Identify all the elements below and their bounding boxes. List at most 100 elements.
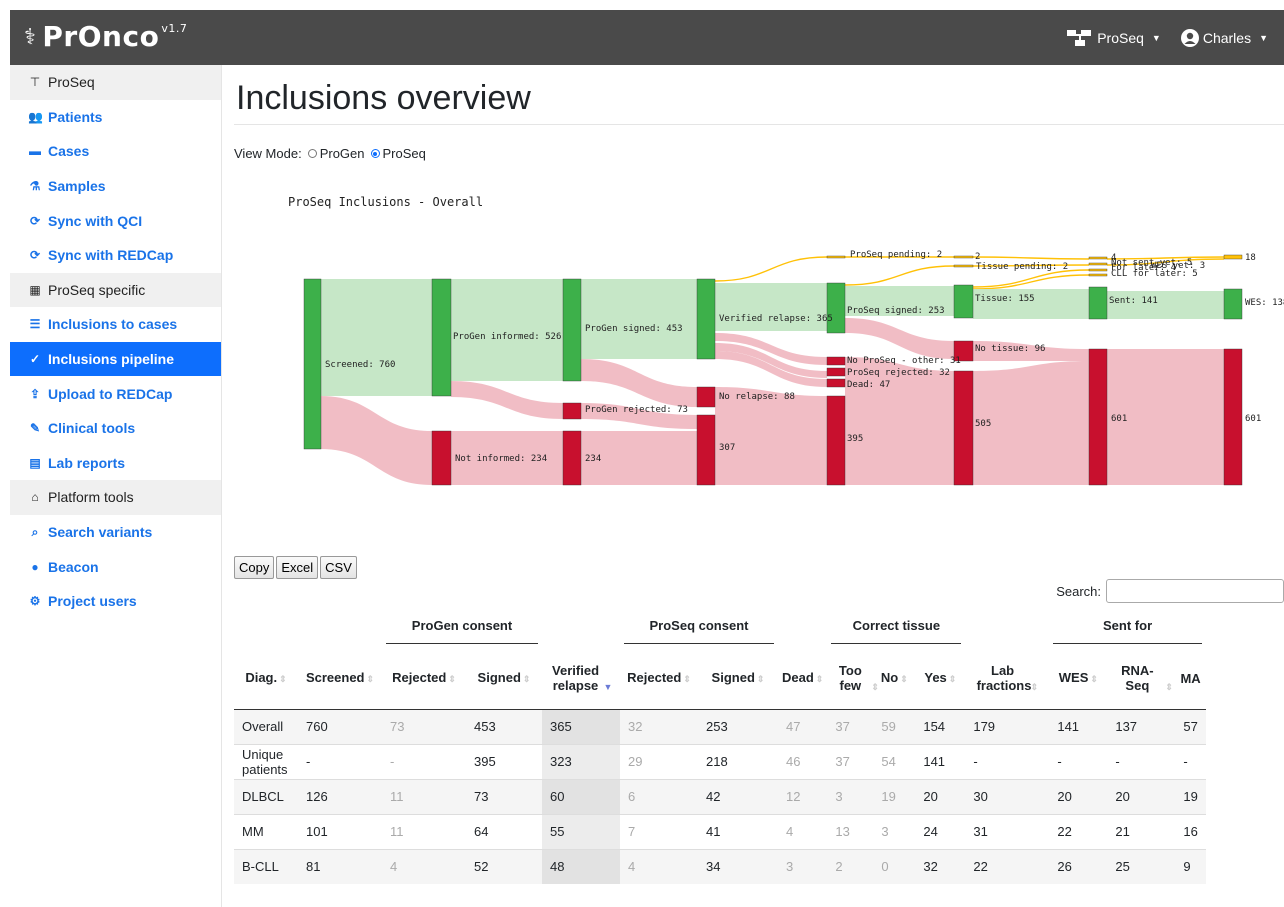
table-cell: 453 — [466, 708, 542, 744]
column-header[interactable]: Lab fractions⇕ — [965, 649, 1050, 710]
user-dropdown[interactable]: Charles ▼ — [1180, 29, 1268, 47]
sidebar-item-label: Upload to REDCap — [48, 385, 173, 402]
radio-proseq[interactable] — [370, 149, 380, 158]
column-header[interactable]: WES ⇕ — [1049, 649, 1108, 710]
column-header[interactable]: Too few ⇕ — [827, 649, 879, 710]
column-header[interactable]: Rejected ⇕ — [382, 649, 466, 710]
column-group-header — [778, 613, 827, 649]
node-not-sent-yet[interactable] — [1088, 262, 1108, 266]
column-header[interactable]: Verified relapse ▼ — [542, 649, 620, 710]
node-progen-informed[interactable] — [431, 278, 452, 397]
radio-progen[interactable] — [307, 149, 317, 158]
network-icon: ⊤ — [29, 75, 41, 90]
node-234[interactable] — [562, 430, 582, 486]
table-cell: - — [1107, 743, 1176, 779]
node-proseq-pending[interactable] — [826, 255, 846, 259]
node-cll-for-later[interactable] — [1088, 273, 1108, 277]
table-cell: 21 — [1107, 813, 1176, 849]
table-cell: 11 — [382, 813, 466, 849]
sidebar-item-project-users[interactable]: ⚙ Project users — [10, 584, 221, 619]
sidebar-item-inclusions-to-cases[interactable]: ☰ Inclusions to cases — [10, 307, 221, 342]
node-tissue-pending[interactable] — [953, 264, 974, 268]
node-for-later[interactable] — [1088, 268, 1108, 272]
column-header[interactable]: Dead ⇕ — [778, 649, 828, 710]
table-cell: 2 — [827, 848, 874, 884]
node-2[interactable] — [953, 255, 974, 259]
node-wes[interactable] — [1223, 288, 1243, 320]
sidebar-item-inclusions-pipeline[interactable]: ✓ Inclusions pipeline — [10, 341, 221, 377]
toolbox-icon: ⌂ — [31, 490, 39, 505]
chart-title: ProSeq Inclusions - Overall — [288, 195, 484, 209]
sankey-node-label: 601 — [1245, 414, 1261, 424]
node-sent[interactable] — [1088, 286, 1108, 320]
column-header[interactable]: Yes ⇕ — [915, 649, 966, 710]
node-proseq-signed[interactable] — [826, 282, 846, 334]
sidebar-item-sync-with-qci[interactable]: ⟳ Sync with QCI — [10, 203, 221, 238]
table-cell: - — [965, 743, 1050, 779]
node-601-final[interactable] — [1223, 348, 1243, 486]
sidebar-item-cases[interactable]: ▬ Cases — [10, 134, 221, 169]
column-header[interactable]: Rejected ⇕ — [620, 649, 698, 710]
sidebar-item-sync-with-redcap[interactable]: ⟳ Sync with REDCap — [10, 238, 221, 273]
radio-proseq-label[interactable]: ProSeq — [383, 146, 426, 161]
node-395[interactable] — [826, 395, 846, 486]
column-header[interactable]: Screened ⇕ — [298, 649, 382, 710]
node-no-proseq-other[interactable] — [826, 356, 846, 366]
node-progen-rejected[interactable] — [562, 402, 582, 420]
table-cell: 64 — [466, 813, 542, 849]
column-header[interactable]: Diag. ⇕ — [234, 649, 298, 710]
node-not-informed[interactable] — [431, 430, 452, 486]
column-group-header: ProGen consent — [382, 613, 542, 649]
table-cell: 12 — [778, 778, 828, 814]
node-307[interactable] — [696, 414, 716, 486]
node-tissue[interactable] — [953, 284, 974, 319]
column-header-label: Signed — [711, 670, 755, 686]
sankey-node-label: Screened: 760 — [325, 360, 395, 370]
node-verified-relapse[interactable] — [696, 278, 716, 360]
table-cell: 22 — [1049, 813, 1108, 849]
column-header[interactable]: No ⇕ — [873, 649, 916, 710]
column-header[interactable]: Signed ⇕ — [698, 649, 778, 710]
search-input[interactable] — [1106, 579, 1284, 603]
table-cell: 22 — [965, 848, 1050, 884]
radio-progen-label[interactable]: ProGen — [320, 146, 365, 161]
sidebar-item-upload-to-redcap[interactable]: ⇪ Upload to REDCap — [10, 376, 221, 411]
column-header-label: Diag. — [245, 670, 278, 686]
node-601[interactable] — [1088, 348, 1108, 486]
sidebar-item-samples[interactable]: ⚗ Samples — [10, 169, 221, 204]
sidebar-item-lab-reports[interactable]: ▤ Lab reports — [10, 446, 221, 481]
proseq-dropdown[interactable]: ProSeq ▼ — [1067, 30, 1161, 46]
table-cell: DLBCL — [234, 778, 298, 814]
node-505[interactable] — [953, 370, 974, 486]
table-cell: 4 — [778, 813, 828, 849]
table-row: MM 101 11 64 55 7 41 4 13 3 24 31 22 21 16 — [234, 813, 1206, 849]
node-screened[interactable] — [303, 278, 322, 450]
column-header[interactable]: MA — [1175, 649, 1206, 710]
node-progen-signed[interactable] — [562, 278, 582, 382]
sankey-node-label: 307 — [719, 443, 735, 453]
node-dead[interactable] — [826, 378, 846, 388]
excel-button[interactable]: Excel — [276, 556, 319, 579]
table-cell: 55 — [542, 813, 620, 849]
flow-signed-no-relapse — [581, 359, 697, 407]
sync-icon: ⟳ — [29, 213, 41, 228]
node-no-relapse[interactable] — [696, 386, 716, 408]
column-header[interactable]: Signed ⇕ — [466, 649, 542, 710]
sidebar-item-clinical-tools[interactable]: ✎ Clinical tools — [10, 411, 221, 446]
node-18[interactable] — [1223, 254, 1243, 260]
table-cell: 13 — [827, 813, 874, 849]
sidebar-item-search-variants[interactable]: ⌕ Search variants — [10, 515, 221, 550]
column-group-label: Correct tissue — [831, 618, 962, 644]
column-header[interactable]: RNA-Seq ⇕ — [1107, 649, 1176, 710]
brand-logo[interactable]: ⚕ PrOnco v1.7 — [24, 20, 187, 53]
copy-button[interactable]: Copy — [234, 556, 275, 579]
sidebar-item-patients[interactable]: 👥 Patients — [10, 100, 221, 135]
table-cell: 11 — [382, 778, 466, 814]
column-header-label: WES — [1058, 670, 1089, 686]
sankey-node-label: 395 — [847, 434, 863, 444]
sidebar-item-label: ProSeq specific — [48, 281, 146, 298]
sidebar-item-beacon[interactable]: ● Beacon — [10, 549, 221, 584]
node-4[interactable] — [1088, 256, 1108, 260]
csv-button[interactable]: CSV — [320, 556, 357, 579]
node-proseq-rejected[interactable] — [826, 367, 846, 377]
